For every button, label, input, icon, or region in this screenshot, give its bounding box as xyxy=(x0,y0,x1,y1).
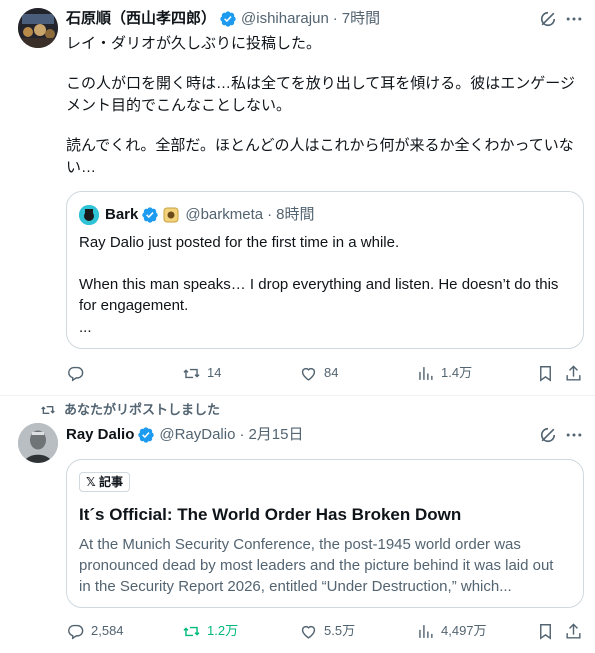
tweet-text-line: この人が口を開く時は…私は全てを放り出して耳を傾ける。彼はエンゲージ xyxy=(66,75,575,92)
reply-button[interactable] xyxy=(66,363,91,383)
quoted-text-line: for engagement. xyxy=(79,297,189,314)
tweet-divider xyxy=(0,395,595,396)
views-count: 1.4万 xyxy=(441,365,473,380)
repost-icon xyxy=(41,406,55,414)
share-icon xyxy=(566,364,581,381)
repost-count: 1.2万 xyxy=(207,623,239,638)
like-button[interactable]: 84 xyxy=(299,363,338,383)
views-count: 4,497万 xyxy=(441,623,487,638)
verified-badge-icon xyxy=(220,11,236,27)
article-excerpt-line: pronounced dead by most leaders and the … xyxy=(79,557,554,574)
tweet-header: Ray Dalio @RayDalio · 2月15日 xyxy=(66,425,303,445)
tweet-text-line: 読んでくれ。全部だ。ほとんどの人はこれから何が来るか全くわかっていな xyxy=(66,137,574,154)
tweet-text-line: い… xyxy=(66,159,97,176)
bookmark-button[interactable] xyxy=(536,363,561,383)
share-button[interactable] xyxy=(564,363,589,383)
timestamp[interactable]: 7時間 xyxy=(342,9,380,29)
quoted-text-line: ... xyxy=(79,319,92,336)
grok-icon[interactable] xyxy=(538,9,558,29)
author-name[interactable]: Ray Dalio xyxy=(66,425,134,445)
heart-icon xyxy=(301,625,316,639)
avatar-raydalio[interactable] xyxy=(18,423,58,463)
separator-dot: · xyxy=(239,426,245,443)
like-button[interactable]: 5.5万 xyxy=(299,621,355,641)
tweet-text-line: レイ・ダリオが久しぶりに投稿した。 xyxy=(66,35,322,52)
quoted-avatar[interactable] xyxy=(79,205,99,225)
tweet-ishiharajun[interactable]: 石原順（西山孝四郎） @ishiharajun · 7時間 レイ・ダリオが久しぶ… xyxy=(0,0,595,395)
repost-button[interactable]: 14 xyxy=(182,363,221,383)
quoted-author-handle[interactable]: @barkmeta xyxy=(185,205,263,225)
article-card[interactable]: 𝕏 記事 It´s Official: The World Order Has … xyxy=(66,459,584,608)
like-count: 5.5万 xyxy=(324,623,356,638)
more-icon[interactable] xyxy=(564,425,584,445)
separator-dot: · xyxy=(332,10,338,27)
verified-badge-icon xyxy=(138,427,155,443)
article-excerpt-line: in the Security Report 2026, entitled “U… xyxy=(79,578,512,595)
bookmark-icon xyxy=(540,623,551,640)
reply-count: 2,584 xyxy=(91,623,124,638)
separator-dot: · xyxy=(267,206,273,223)
article-title[interactable]: It´s Official: The World Order Has Broke… xyxy=(79,505,461,525)
heart-icon xyxy=(301,367,316,381)
article-excerpt-line: At the Munich Security Conference, the p… xyxy=(79,536,521,553)
verified-badge-icon xyxy=(142,207,159,223)
views-chart-icon xyxy=(419,624,433,638)
avatar-image xyxy=(18,423,58,463)
quoted-tweet-header: Bark @barkmeta · 8時間 xyxy=(79,205,314,225)
views-button[interactable]: 1.4万 xyxy=(416,363,472,383)
tweet-header: 石原順（西山孝四郎） @ishiharajun · 7時間 xyxy=(66,9,380,29)
author-name[interactable]: 石原順（西山孝四郎） xyxy=(66,9,216,29)
quoted-tweet[interactable]: Bark @barkmeta · 8時間 Ray Dalio just post… xyxy=(66,191,584,349)
tweet-text-line: メント目的でこんなことしない。 xyxy=(66,97,292,114)
affiliate-badge-icon xyxy=(163,207,179,223)
like-count: 84 xyxy=(324,365,339,380)
reply-icon xyxy=(68,366,84,382)
bookmark-button[interactable] xyxy=(536,621,561,641)
quoted-timestamp[interactable]: 8時間 xyxy=(276,205,314,225)
article-tag: 𝕏 記事 xyxy=(79,472,131,492)
share-icon xyxy=(566,622,581,639)
more-icon[interactable] xyxy=(564,9,584,29)
repost-button[interactable]: 1.2万 xyxy=(182,621,238,641)
tweet-actions: 14 84 1.4万 xyxy=(66,363,584,383)
quoted-text-line: Ray Dalio just posted for the first time… xyxy=(79,234,400,251)
share-button[interactable] xyxy=(564,621,589,641)
repost-count: 14 xyxy=(207,365,222,380)
grok-icon[interactable] xyxy=(538,425,558,445)
views-chart-icon xyxy=(419,366,433,380)
views-button[interactable]: 4,497万 xyxy=(416,621,487,641)
reply-button[interactable]: 2,584 xyxy=(66,621,124,641)
reply-icon xyxy=(68,624,84,640)
avatar-image xyxy=(18,8,58,48)
bookmark-icon xyxy=(540,365,551,382)
repost-context[interactable]: あなたがリポストしました xyxy=(40,402,220,418)
tweet-actions: 2,584 1.2万 5.5万 4,497万 xyxy=(66,621,584,641)
timestamp[interactable]: 2月15日 xyxy=(248,425,303,445)
author-handle[interactable]: @ishiharajun xyxy=(241,9,329,29)
repost-icon xyxy=(183,368,200,378)
repost-context-label: あなたがリポストしました xyxy=(64,402,221,417)
author-handle[interactable]: @RayDalio xyxy=(159,425,235,445)
quoted-author-name[interactable]: Bark xyxy=(105,205,138,225)
quoted-text-line: When this man speaks… I drop everything … xyxy=(79,276,559,293)
repost-icon xyxy=(183,626,200,636)
avatar-ishiharajun[interactable] xyxy=(18,8,58,48)
